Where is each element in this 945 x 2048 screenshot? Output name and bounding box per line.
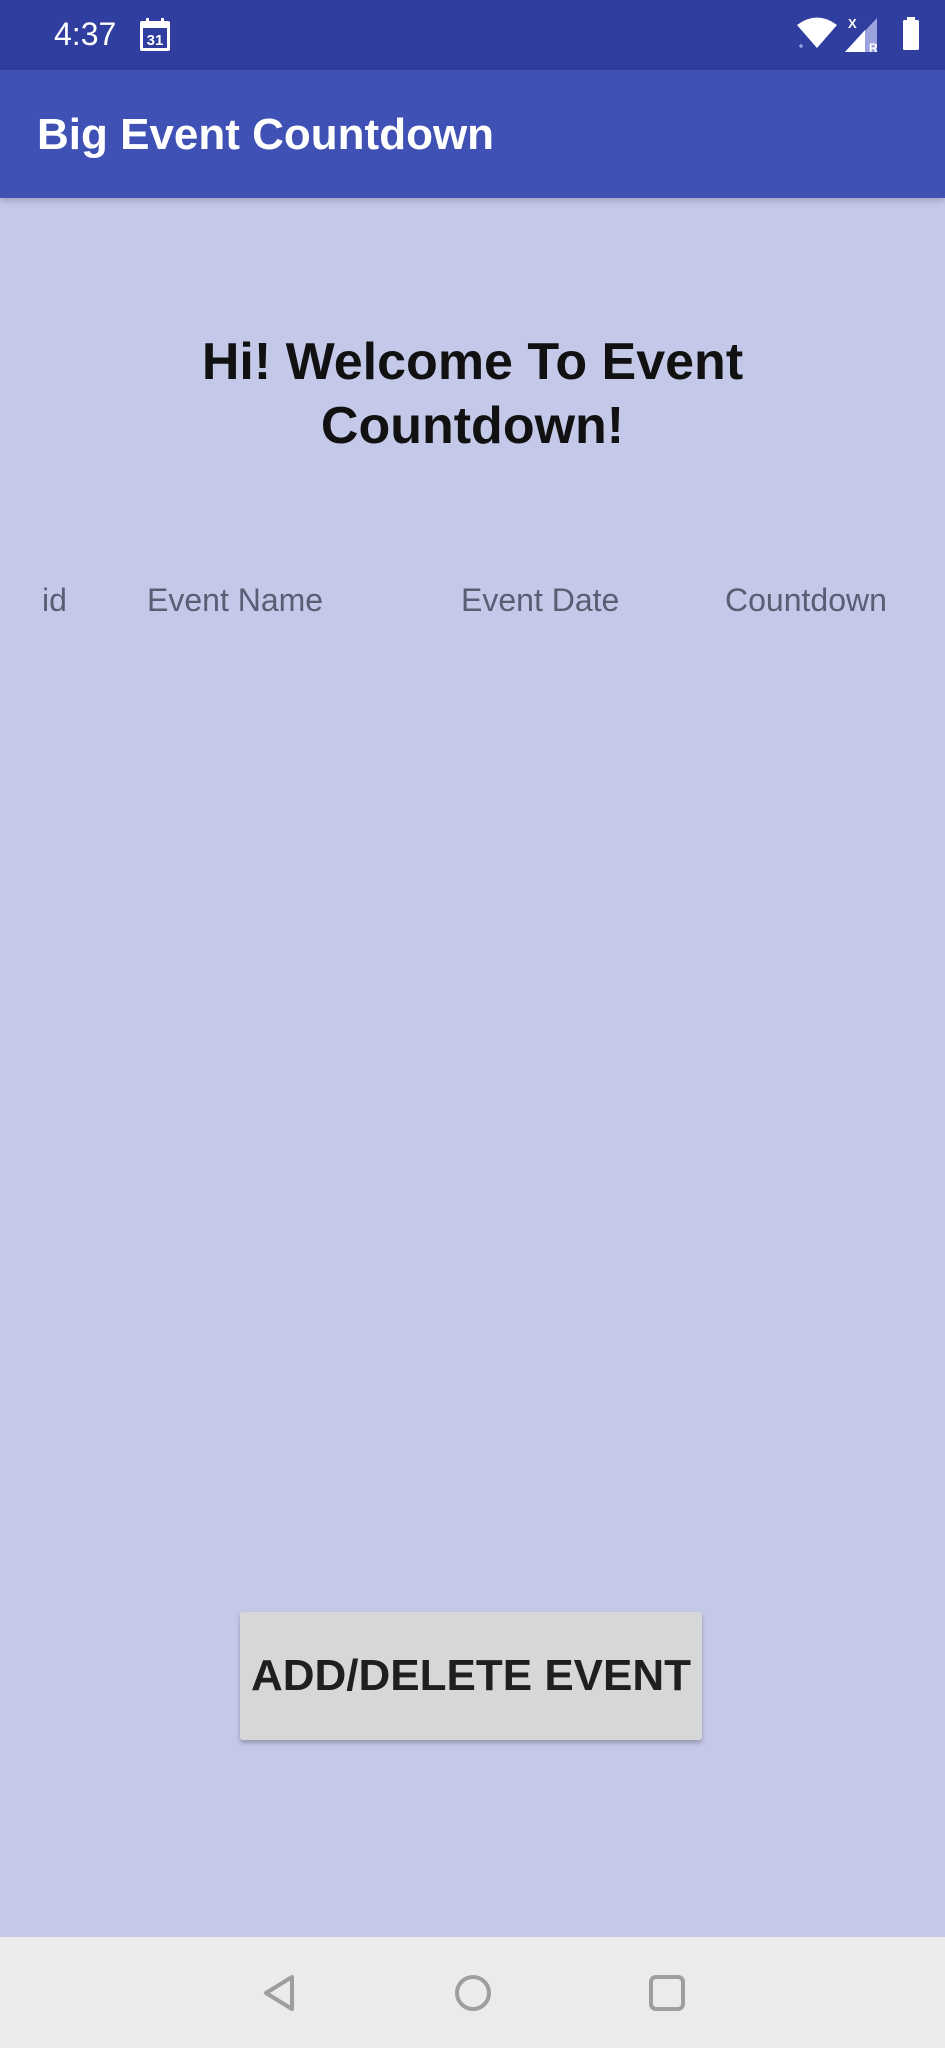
calendar-icon: 31 (139, 18, 171, 57)
battery-icon (903, 17, 919, 50)
recents-icon (649, 1975, 685, 2011)
navigation-bar (0, 1937, 945, 2048)
event-list[interactable] (0, 630, 945, 1580)
app-title: Big Event Countdown (37, 110, 495, 159)
back-button[interactable] (252, 1965, 308, 2021)
signal-badge-r: R (869, 41, 878, 55)
status-time: 4:37 (54, 16, 117, 52)
event-table-header: id Event Name Event Date Countdown (0, 578, 945, 622)
app-bar: Big Event Countdown (0, 70, 945, 198)
recents-button[interactable] (639, 1965, 695, 2021)
column-header-event-name: Event Name (147, 582, 324, 618)
status-bar: 4:37 31 X R (0, 0, 945, 70)
column-header-event-date: Event Date (461, 582, 620, 618)
home-icon (455, 1975, 491, 2011)
add-delete-event-button[interactable]: ADD/DELETE EVENT (240, 1612, 702, 1740)
signal-badge-x: X (848, 16, 857, 31)
back-icon (264, 1975, 294, 2011)
welcome-heading: Hi! Welcome To Event Countdown! (201, 333, 744, 455)
cellular-signal-icon: X R (845, 16, 878, 55)
calendar-day: 31 (147, 32, 164, 49)
wifi-icon (797, 17, 837, 48)
column-header-id: id (42, 582, 67, 618)
column-header-countdown: Countdown (725, 582, 887, 618)
home-button[interactable] (445, 1965, 501, 2021)
